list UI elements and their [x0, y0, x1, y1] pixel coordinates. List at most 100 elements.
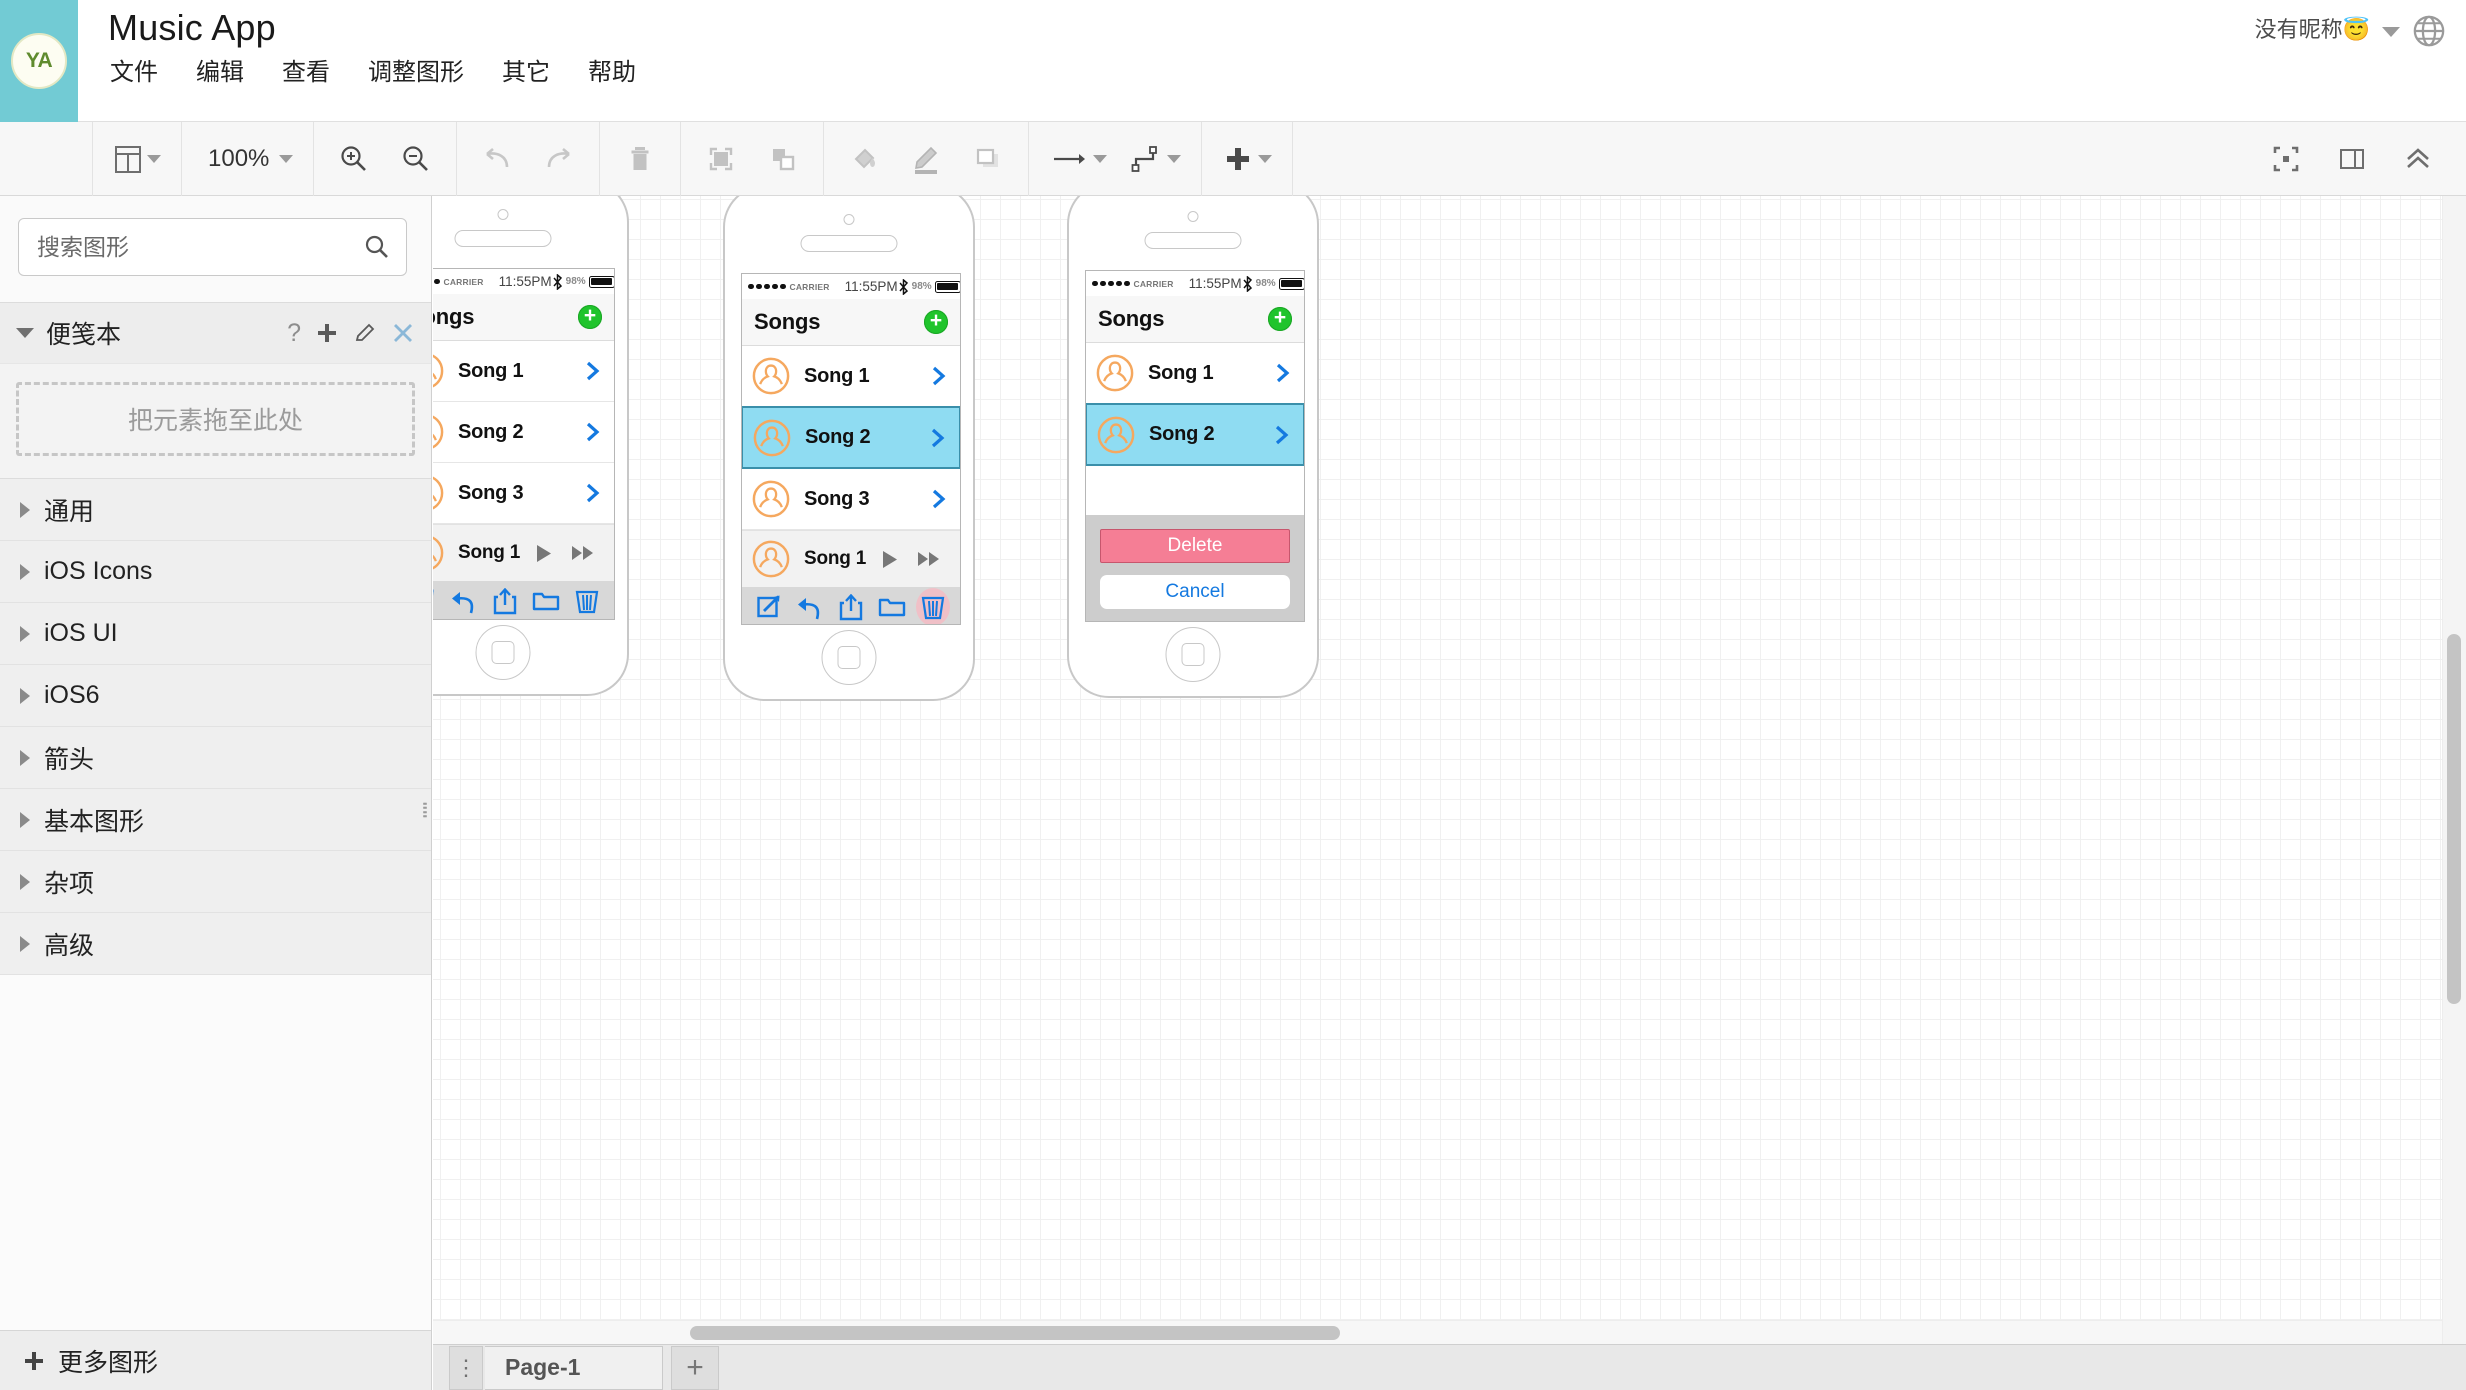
table-row-selected[interactable]: Song 2: [1086, 403, 1304, 466]
cancel-button[interactable]: Cancel: [1100, 575, 1290, 609]
zoom-out-button[interactable]: [390, 133, 442, 185]
tab-reply[interactable]: [793, 590, 827, 624]
phone-mockup-3[interactable]: CARRIER 11:55PM 98% Songs + Song 1 Song …: [1067, 196, 1319, 698]
home-button[interactable]: [1165, 627, 1221, 682]
delete-button[interactable]: [614, 133, 666, 185]
sidebar-item-basic-shapes[interactable]: 基本图形: [0, 789, 431, 851]
collapse-toolbar-button[interactable]: [2392, 133, 2444, 185]
fast-forward-icon[interactable]: [917, 550, 942, 568]
chevron-right-icon[interactable]: [930, 488, 948, 510]
sidebar-item-advanced[interactable]: 高级: [0, 913, 431, 975]
table-row[interactable]: Song 1: [742, 346, 960, 407]
chevron-right-icon[interactable]: [930, 365, 948, 387]
sidebar-item-label: 通用: [44, 497, 95, 526]
horizontal-scrollbar-track[interactable]: [433, 1320, 2442, 1344]
add-song-button[interactable]: +: [924, 310, 948, 334]
sidebar-item-ios-ui[interactable]: iOS UI: [0, 603, 431, 665]
table-row[interactable]: Song 3: [742, 469, 960, 530]
play-icon[interactable]: [534, 543, 553, 564]
sidebar-item-misc[interactable]: 杂项: [0, 851, 431, 913]
sidebar-item-ios6[interactable]: iOS6: [0, 665, 431, 727]
close-icon[interactable]: [391, 321, 415, 345]
line-color-button[interactable]: [900, 133, 952, 185]
battery-percent-label: 98%: [911, 281, 932, 292]
home-button[interactable]: [475, 625, 531, 680]
table-row-selected[interactable]: Song 2: [742, 406, 960, 469]
menu-view[interactable]: 查看: [280, 56, 332, 90]
header-right-controls: 没有昵称😇: [2255, 0, 2466, 121]
user-name-label[interactable]: 没有昵称😇: [2255, 14, 2370, 46]
fit-page-button[interactable]: [2260, 133, 2312, 185]
delete-button[interactable]: Delete: [1100, 529, 1290, 563]
tab-reply[interactable]: [447, 584, 481, 618]
shadow-button[interactable]: [962, 133, 1014, 185]
undo-button[interactable]: [471, 133, 523, 185]
sidebar-item-arrows[interactable]: 箭头: [0, 727, 431, 789]
chevron-down-icon[interactable]: [16, 328, 34, 338]
chevron-right-icon[interactable]: [584, 421, 602, 443]
tab-trash[interactable]: [570, 584, 604, 618]
table-row[interactable]: Song 1: [433, 341, 614, 402]
chevron-right-icon[interactable]: [1274, 362, 1292, 384]
format-panel-button[interactable]: [2326, 133, 2378, 185]
sidebar-splitter-handle[interactable]: ⦙⦙: [422, 800, 432, 830]
phone-mockup-2[interactable]: CARRIER 11:55PM 98% Songs + Song 1 Song …: [723, 196, 975, 701]
search-box[interactable]: [18, 218, 407, 276]
tab-share[interactable]: [488, 584, 522, 618]
tab-share[interactable]: [834, 590, 868, 624]
menu-arrange[interactable]: 调整图形: [366, 56, 466, 90]
phone-mockup-1[interactable]: CARRIER 11:55PM 98% ngs + Song 1 Song 2 …: [433, 196, 629, 696]
home-button[interactable]: [821, 630, 877, 685]
waypoint-style-button[interactable]: [1123, 133, 1187, 185]
chevron-right-icon[interactable]: [1273, 424, 1291, 446]
insert-button[interactable]: [1216, 133, 1278, 185]
chevron-right-icon[interactable]: [584, 360, 602, 382]
menu-extras[interactable]: 其它: [500, 56, 552, 90]
page-tab-active[interactable]: Page-1: [485, 1345, 663, 1390]
chevron-down-icon[interactable]: [2382, 27, 2400, 37]
search-input[interactable]: [19, 219, 406, 275]
layout-panel-button[interactable]: [107, 133, 167, 185]
vertical-scrollbar-thumb[interactable]: [2447, 634, 2461, 1004]
menu-help[interactable]: 帮助: [586, 56, 638, 90]
tab-trash-selected[interactable]: [916, 588, 951, 624]
tab-folder[interactable]: [875, 590, 909, 624]
play-icon[interactable]: [880, 549, 899, 570]
bring-to-front-button[interactable]: [695, 133, 747, 185]
sidebar-item-general[interactable]: 通用: [0, 479, 431, 541]
tab-folder[interactable]: [529, 584, 563, 618]
tab-compose[interactable]: [433, 584, 440, 618]
add-page-button[interactable]: +: [671, 1345, 719, 1390]
help-icon[interactable]: ?: [287, 319, 301, 348]
page-menu-button[interactable]: ⋮: [449, 1345, 483, 1390]
chevron-right-icon[interactable]: [584, 482, 602, 504]
horizontal-scrollbar-thumb[interactable]: [690, 1326, 1340, 1340]
scratchpad-dropzone[interactable]: 把元素拖至此处: [16, 382, 415, 456]
menu-edit[interactable]: 编辑: [194, 56, 246, 90]
pencil-icon[interactable]: [353, 321, 377, 345]
menu-file[interactable]: 文件: [108, 56, 160, 90]
globe-icon[interactable]: [2412, 14, 2446, 48]
redo-button[interactable]: [533, 133, 585, 185]
fill-color-button[interactable]: [838, 133, 890, 185]
scratchpad-header[interactable]: 便笺本 ?: [0, 302, 431, 364]
vertical-scrollbar-track[interactable]: [2442, 196, 2466, 1344]
search-icon[interactable]: [364, 234, 390, 260]
arrow-style-button[interactable]: [1043, 133, 1113, 185]
table-row[interactable]: Song 2: [433, 402, 614, 463]
table-row[interactable]: Song 1: [1086, 343, 1304, 404]
plus-icon[interactable]: [315, 321, 339, 345]
diagram-canvas[interactable]: CARRIER 11:55PM 98% ngs + Song 1 Song 2 …: [433, 196, 2466, 1344]
app-logo[interactable]: YA: [0, 0, 78, 122]
table-row[interactable]: Song 3: [433, 463, 614, 524]
chevron-right-icon[interactable]: [929, 427, 947, 449]
add-song-button[interactable]: +: [1268, 307, 1292, 331]
add-song-button[interactable]: +: [578, 305, 602, 329]
send-to-back-button[interactable]: [757, 133, 809, 185]
zoom-level-button[interactable]: 100%: [196, 133, 299, 185]
sidebar-item-ios-icons[interactable]: iOS Icons: [0, 541, 431, 603]
fast-forward-icon[interactable]: [571, 544, 596, 562]
tab-compose[interactable]: [752, 590, 786, 624]
more-shapes-button[interactable]: 更多图形: [0, 1330, 431, 1390]
zoom-in-button[interactable]: [328, 133, 380, 185]
